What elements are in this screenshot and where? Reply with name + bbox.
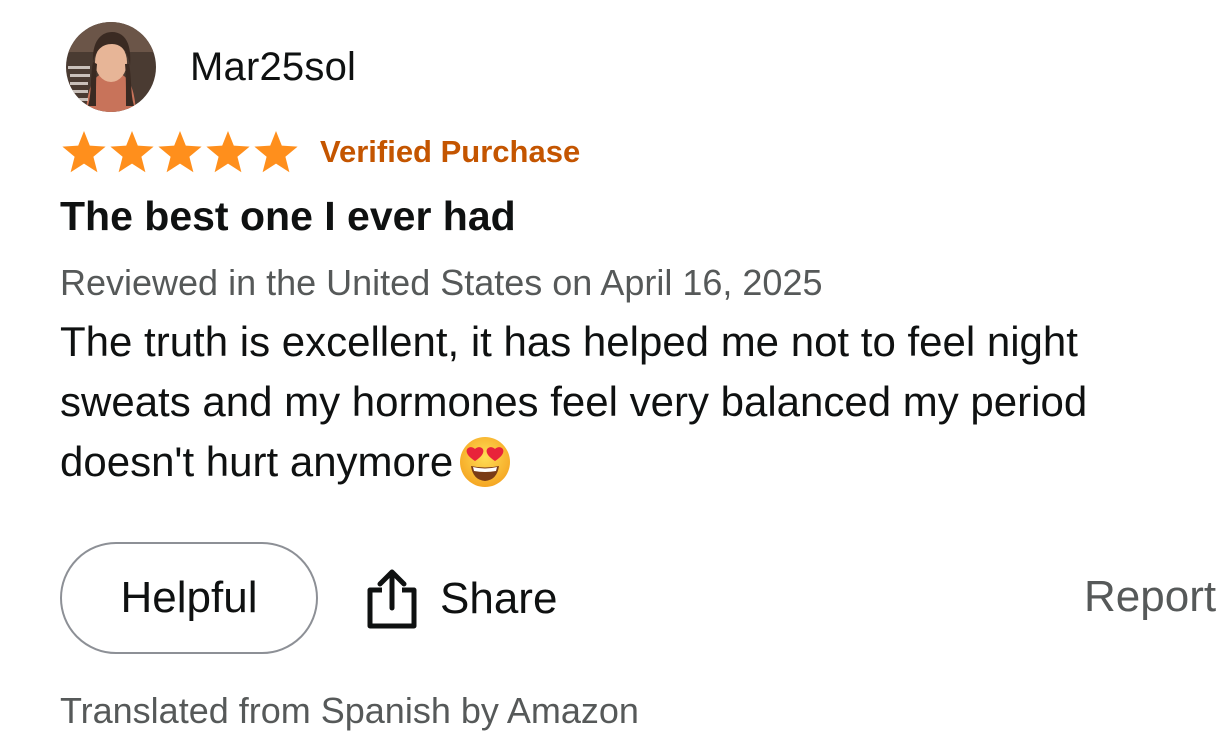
translation-note: Translated from Spanish by Amazon [60, 690, 639, 731]
review-body: The truth is excellent, it has helped me… [60, 312, 1210, 492]
star-icon [110, 131, 154, 173]
share-icon [367, 569, 417, 629]
review-card: Mar25sol Verified Purchase The best one … [0, 0, 1216, 738]
star-rating[interactable] [60, 129, 300, 175]
helpful-button[interactable]: Helpful [60, 542, 318, 654]
star-icon [62, 131, 106, 173]
verified-purchase-badge: Verified Purchase [320, 134, 581, 169]
review-title: The best one I ever had [60, 193, 516, 239]
star-icon [254, 131, 298, 173]
star-icon [158, 131, 202, 173]
share-button-label: Share [440, 574, 558, 623]
review-date: Reviewed in the United States on April 1… [60, 262, 823, 303]
star-icon [206, 131, 250, 173]
share-button[interactable]: Share [366, 565, 557, 633]
review-body-text: The truth is excellent, it has helped me… [60, 318, 1088, 485]
avatar[interactable] [66, 22, 156, 112]
avatar-photo [66, 22, 156, 112]
helpful-button-label: Helpful [120, 573, 258, 622]
heart-eyes-emoji-icon [460, 437, 511, 487]
reviewer-profile[interactable]: Mar25sol [66, 22, 356, 112]
rating-row: Verified Purchase [60, 128, 580, 176]
reviewer-name[interactable]: Mar25sol [190, 45, 356, 90]
report-link[interactable]: Report [1084, 572, 1216, 622]
